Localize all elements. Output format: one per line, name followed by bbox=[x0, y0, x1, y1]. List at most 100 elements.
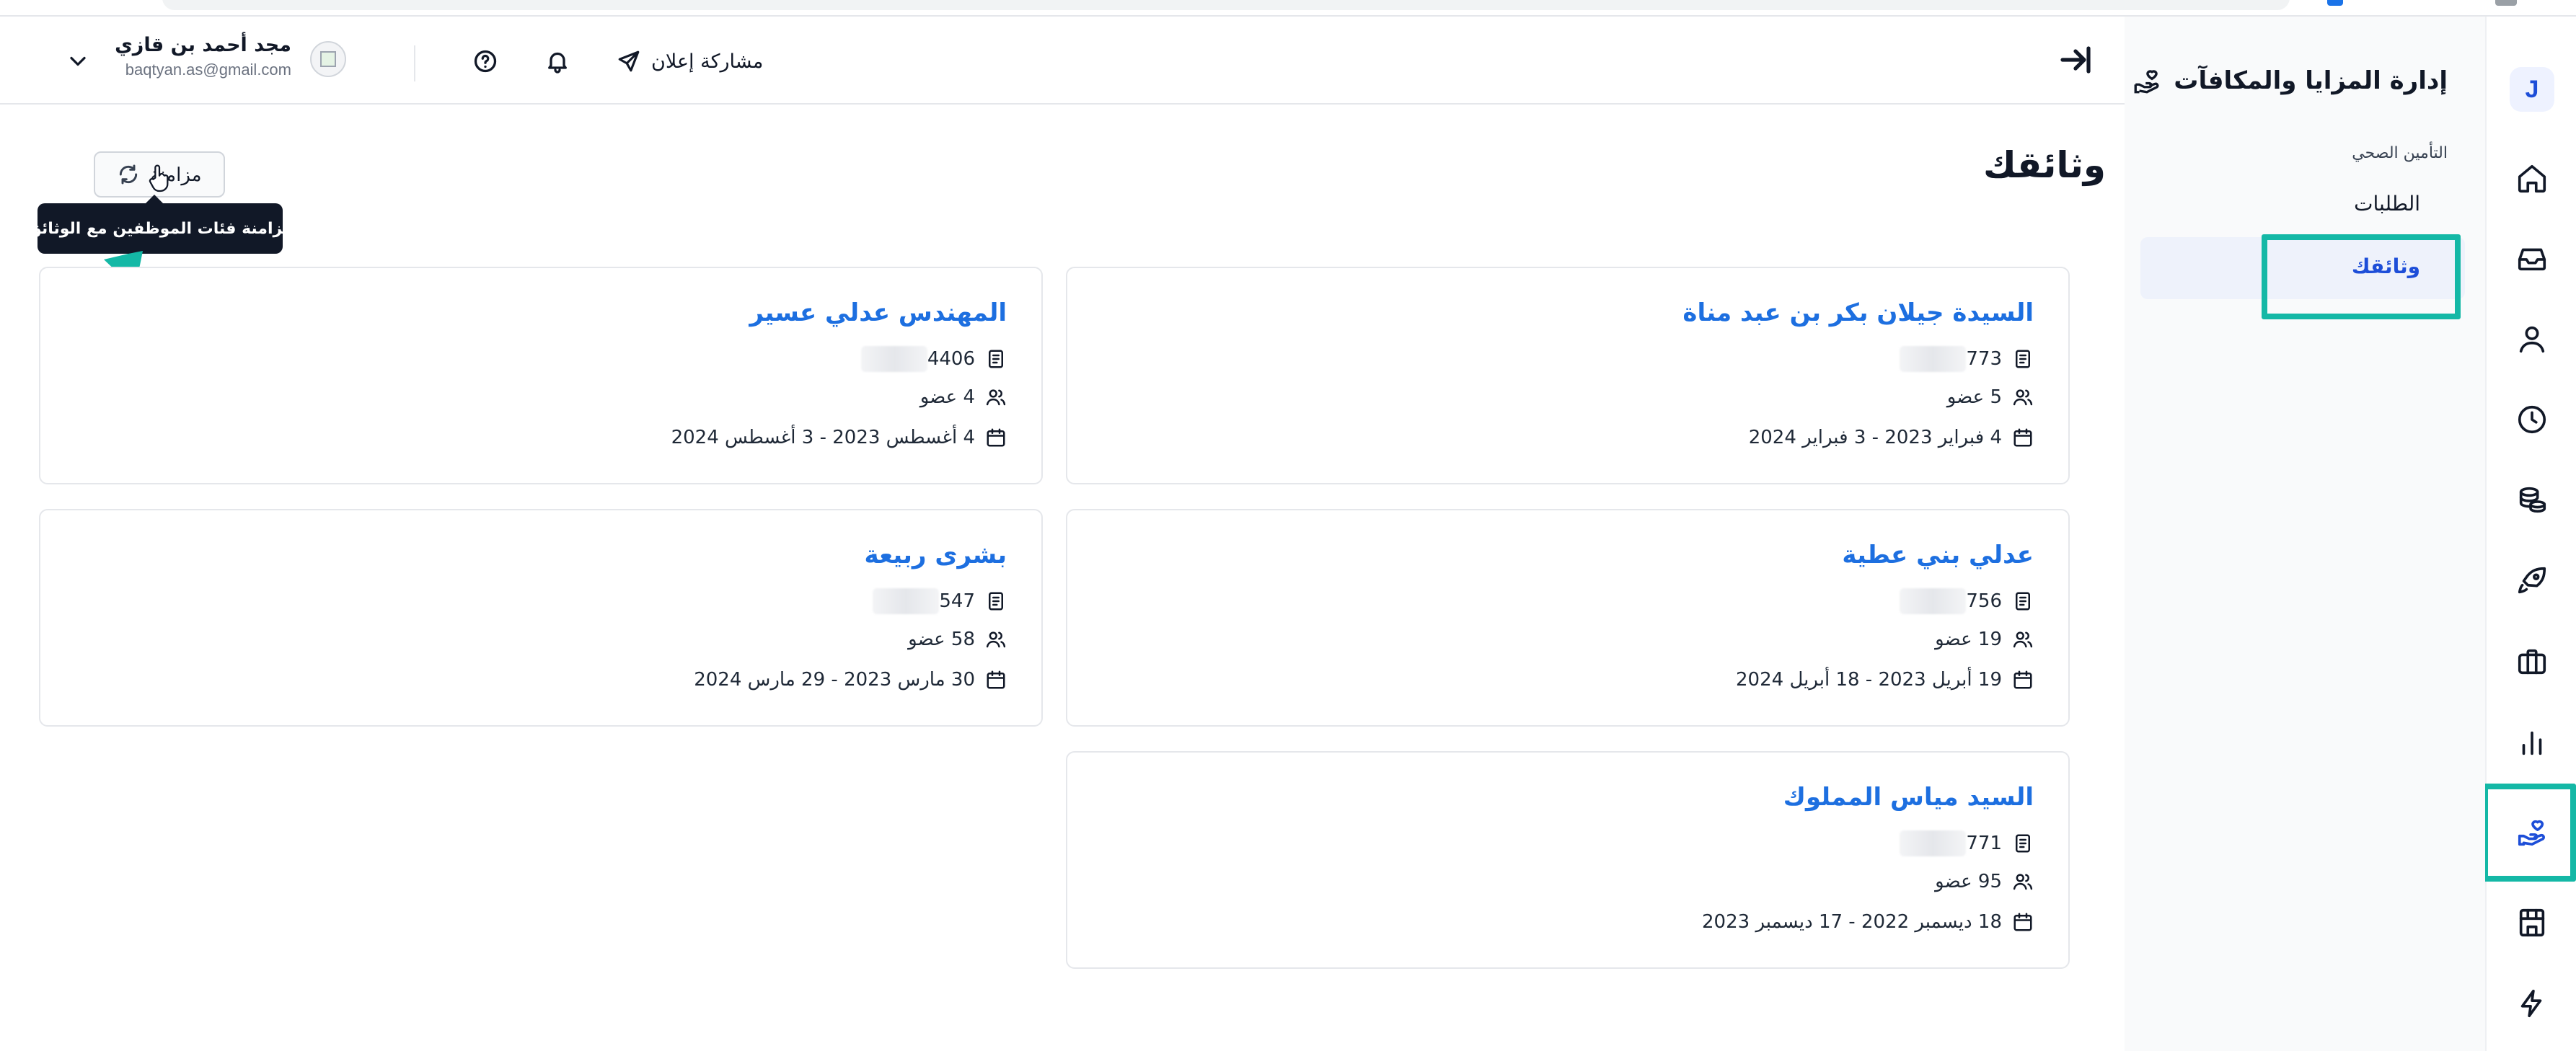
policy-number: 756 bbox=[1966, 590, 2002, 612]
coverage-dates-row: 18 ديسمبر 2022 - 17 ديسمبر 2023 bbox=[1702, 911, 2034, 933]
coverage-dates: 4 أغسطس 2023 - 3 أغسطس 2024 bbox=[671, 427, 975, 448]
document-icon bbox=[989, 350, 1003, 368]
policy-holder-name[interactable]: بشرى ربيعة bbox=[864, 541, 1007, 569]
chart-icon[interactable] bbox=[2513, 723, 2551, 762]
members-row: 95 عضو bbox=[1935, 871, 2034, 892]
redacted-area bbox=[1900, 830, 1967, 856]
coverage-dates: 4 فبراير 2023 - 3 فبراير 2024 bbox=[1748, 427, 2002, 448]
extension-icon[interactable] bbox=[2327, 0, 2343, 6]
policy-number-row: 4406 bbox=[860, 346, 1007, 372]
broken-image-icon bbox=[320, 51, 336, 67]
members-row: 58 عضو bbox=[908, 629, 1007, 650]
refresh-icon bbox=[120, 164, 138, 185]
collapse-arrow-icon bbox=[2060, 46, 2091, 74]
policy-card[interactable]: بشرى ربيعة 547 58 عضو 30 مارس 2023 - 29 … bbox=[39, 509, 1043, 727]
document-icon bbox=[2016, 834, 2030, 853]
policy-number: 773 bbox=[1966, 348, 2002, 370]
address-bar[interactable] bbox=[162, 0, 2290, 10]
hand-cursor-icon bbox=[149, 164, 169, 192]
members-row: 4 عضو bbox=[920, 386, 1007, 408]
user-icon[interactable] bbox=[2513, 319, 2551, 358]
members-count: 4 عضو bbox=[919, 386, 975, 408]
briefcase-icon[interactable] bbox=[2513, 642, 2551, 681]
module-title-text: إدارة المزايا والمكافآت bbox=[2174, 66, 2448, 95]
clock-icon[interactable] bbox=[2513, 400, 2551, 439]
notifications-button[interactable] bbox=[544, 48, 570, 74]
page-title: وثائقك bbox=[1983, 144, 2106, 186]
coverage-dates-row: 4 فبراير 2023 - 3 فبراير 2024 bbox=[1749, 427, 2034, 448]
redacted-area bbox=[873, 588, 940, 614]
members-count: 19 عضو bbox=[1935, 629, 2002, 650]
avatar[interactable] bbox=[310, 41, 346, 77]
sidebar-item-requests[interactable]: الطلبات bbox=[2354, 192, 2420, 216]
members-row: 19 عضو bbox=[1935, 629, 2034, 650]
policy-card[interactable]: عدلي بني عطية 756 19 عضو 19 أبريل 2023 -… bbox=[1066, 509, 2070, 727]
policy-number-row: 756 bbox=[1900, 588, 2034, 614]
document-icon bbox=[2016, 350, 2030, 368]
users-icon bbox=[2013, 631, 2033, 648]
home-icon[interactable] bbox=[2513, 159, 2551, 198]
coverage-dates-row: 30 مارس 2023 - 29 مارس 2024 bbox=[694, 669, 1007, 691]
policy-holder-name[interactable]: عدلي بني عطية bbox=[1842, 541, 2034, 569]
coverage-dates-row: 4 أغسطس 2023 - 3 أغسطس 2024 bbox=[671, 427, 1007, 448]
policy-number: 4406 bbox=[927, 348, 975, 370]
coverage-dates: 18 ديسمبر 2022 - 17 ديسمبر 2023 bbox=[1702, 911, 2002, 933]
calendar-icon bbox=[987, 670, 1005, 689]
policy-holder-name[interactable]: السيد مياس المملوك bbox=[1783, 783, 2034, 812]
policy-card[interactable]: المهندس عدلي عسير 4406 4 عضو 4 أغسطس 202… bbox=[39, 267, 1043, 484]
policy-holder-name[interactable]: المهندس عدلي عسير bbox=[749, 298, 1007, 327]
user-menu-toggle[interactable] bbox=[65, 48, 91, 74]
document-icon bbox=[989, 592, 1003, 611]
members-count: 5 عضو bbox=[1946, 386, 2002, 408]
benefits-sidebar: إدارة المزايا والمكافآت التأمين الصحي ال… bbox=[2125, 17, 2485, 1051]
policy-number: 547 bbox=[939, 590, 975, 612]
calendar-icon bbox=[2013, 428, 2032, 447]
users-icon bbox=[986, 389, 1006, 406]
inbox-icon[interactable] bbox=[2513, 239, 2551, 278]
coverage-dates: 19 أبريل 2023 - 18 أبريل 2024 bbox=[1736, 669, 2002, 691]
help-button[interactable] bbox=[472, 48, 498, 74]
collapse-sidebar-button[interactable] bbox=[2058, 43, 2093, 77]
policy-card[interactable]: السيدة جيلان بكر بن عبد مناة 773 5 عضو 4… bbox=[1066, 267, 2070, 484]
store-icon[interactable] bbox=[2513, 903, 2551, 942]
policy-number-row: 771 bbox=[1900, 830, 2034, 856]
header-divider bbox=[414, 45, 415, 81]
policy-number-row: 773 bbox=[1900, 346, 2034, 372]
share-announcement-button[interactable]: مشاركة إعلان bbox=[617, 45, 763, 77]
users-icon bbox=[986, 631, 1006, 648]
help-icon bbox=[474, 50, 497, 73]
policy-card[interactable]: السيد مياس المملوك 771 95 عضو 18 ديسمبر … bbox=[1066, 751, 2070, 969]
document-icon bbox=[2016, 592, 2030, 611]
users-icon bbox=[2013, 874, 2033, 890]
bell-icon bbox=[548, 52, 567, 74]
policy-holder-name[interactable]: السيدة جيلان بكر بن عبد مناة bbox=[1682, 298, 2034, 327]
users-icon bbox=[2013, 389, 2033, 406]
rocket-icon[interactable] bbox=[2513, 562, 2551, 600]
user-email: baqtyan.as@gmail.com bbox=[125, 61, 291, 79]
top-header: مشاركة إعلان مجد أحمد بن قازي baqtyan.as… bbox=[0, 17, 2125, 105]
redacted-area bbox=[1900, 346, 1967, 372]
send-icon bbox=[618, 50, 640, 72]
user-name: مجد أحمد بن قازي bbox=[115, 34, 291, 56]
chevron-down-icon bbox=[70, 56, 86, 66]
annotation-highlight-box bbox=[2262, 234, 2461, 319]
redacted-area bbox=[1900, 588, 1967, 614]
members-count: 58 عضو bbox=[908, 629, 975, 650]
bolt-icon[interactable] bbox=[2513, 984, 2551, 1023]
benefits-hand-icon bbox=[2134, 70, 2159, 94]
app-logo[interactable]: J bbox=[2510, 67, 2554, 112]
calendar-icon bbox=[2013, 913, 2032, 931]
profile-icon[interactable] bbox=[2495, 0, 2517, 6]
coverage-dates-row: 19 أبريل 2023 - 18 أبريل 2024 bbox=[1736, 669, 2034, 691]
members-count: 95 عضو bbox=[1935, 871, 2002, 892]
coins-icon[interactable] bbox=[2513, 481, 2551, 520]
calendar-icon bbox=[987, 428, 1005, 447]
annotation-highlight-box bbox=[2482, 784, 2576, 882]
coverage-dates: 30 مارس 2023 - 29 مارس 2024 bbox=[694, 669, 975, 691]
section-label-health-insurance: التأمين الصحي bbox=[2352, 144, 2448, 162]
user-menu[interactable]: مجد أحمد بن قازي baqtyan.as@gmail.com bbox=[111, 34, 291, 79]
browser-toolbar bbox=[0, 0, 2576, 17]
policy-number: 771 bbox=[1966, 833, 2002, 854]
calendar-icon bbox=[2013, 670, 2032, 689]
share-announcement-label: مشاركة إعلان bbox=[651, 50, 764, 73]
